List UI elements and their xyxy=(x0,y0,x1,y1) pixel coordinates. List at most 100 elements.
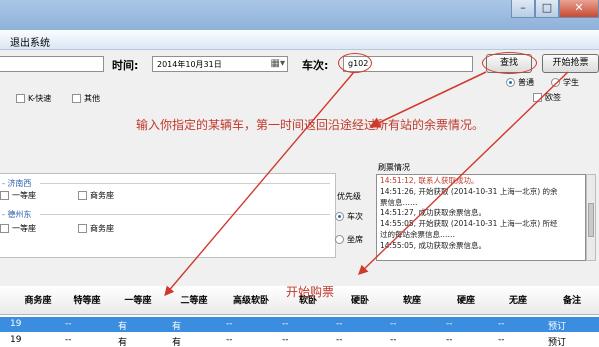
log-box[interactable]: 14:51:12, 联系人获取成功。 14:51:26, 开始获取 (2014-… xyxy=(376,174,586,261)
menu-exit[interactable]: 退出系统 xyxy=(10,34,50,49)
normal-ticket-label: 普通 xyxy=(518,78,534,87)
first-class-option-1[interactable]: 一等座 xyxy=(0,190,36,201)
log-scrollbar[interactable] xyxy=(586,174,596,261)
other-option[interactable]: 其他 xyxy=(72,93,100,104)
highlight-circle-train xyxy=(338,53,372,73)
cell: -- xyxy=(282,319,289,329)
normal-ticket-option[interactable]: 普通 xyxy=(506,77,534,88)
header-hard-seat[interactable]: 硬座 xyxy=(446,293,486,306)
first-class-checkbox-2[interactable] xyxy=(0,224,9,233)
priority-train-label: 车次 xyxy=(347,212,363,221)
log-scrollbar-thumb[interactable] xyxy=(588,203,594,237)
cell: -- xyxy=(498,335,505,345)
maximize-icon[interactable]: □ xyxy=(535,0,559,18)
table-row[interactable]: 19 -- 有 有 -- -- -- -- -- -- 预订 xyxy=(0,333,599,347)
cell: -- xyxy=(282,335,289,345)
station-name-2: 德州东 xyxy=(7,210,32,219)
date-picker[interactable]: 2014年10月31日 ▦▾ xyxy=(152,56,288,72)
calendar-icon[interactable]: ▦▾ xyxy=(271,58,285,69)
cell: -- xyxy=(446,335,453,345)
k-express-checkbox[interactable] xyxy=(16,94,25,103)
cell: -- xyxy=(336,319,343,329)
priority-label: 优先级 xyxy=(337,192,361,201)
station-label-1: - 济南西 xyxy=(2,179,32,188)
time-label: 时间: xyxy=(112,59,139,72)
table-row[interactable]: 19 -- 有 有 -- -- -- -- -- -- 预订 xyxy=(0,317,599,332)
pickup-checkbox[interactable] xyxy=(533,93,542,102)
header-deluxe-sleeper[interactable]: 高级软卧 xyxy=(222,293,280,306)
header-remark[interactable]: 备注 xyxy=(552,293,592,306)
log-line: 14:51:27, 成功获取余票信息。 xyxy=(380,208,486,218)
cell: -- xyxy=(446,319,453,329)
header-no-seat[interactable]: 无座 xyxy=(498,293,538,306)
divider xyxy=(40,214,330,215)
options-row: K-快速 其他 普通 学生 欧签 xyxy=(0,77,599,110)
k-express-option[interactable]: K-快速 xyxy=(16,93,51,104)
cell: 19 xyxy=(10,319,22,329)
business-label-1: 商务座 xyxy=(90,191,114,200)
header-soft-seat[interactable]: 软座 xyxy=(392,293,432,306)
annotation-start-label: 开始购票 xyxy=(286,285,335,299)
normal-ticket-radio[interactable] xyxy=(506,78,515,87)
cell: 预订 xyxy=(548,338,567,347)
menu-bar: 退出系统 xyxy=(0,30,599,50)
business-option-2[interactable]: 商务座 xyxy=(78,223,114,234)
k-express-label: K-快速 xyxy=(28,94,52,103)
seat-panel: - 济南西 一等座 商务座 - 德州东 一等座 商务座 xyxy=(0,173,336,258)
log-line: 过的每站余票信息…… xyxy=(380,229,455,239)
first-class-label-1: 一等座 xyxy=(12,191,36,200)
divider xyxy=(40,183,330,184)
other-checkbox[interactable] xyxy=(72,94,81,103)
business-option-1[interactable]: 商务座 xyxy=(78,190,114,201)
cell: -- xyxy=(65,335,72,345)
header-premium[interactable]: 特等座 xyxy=(65,293,109,306)
close-icon[interactable]: ✕ xyxy=(559,0,599,18)
log-line: 票信息…… xyxy=(380,197,418,207)
log-line: 14:51:12, 联系人获取成功。 xyxy=(380,176,479,185)
header-hard-sleeper[interactable]: 硬卧 xyxy=(340,293,380,306)
pickup-label: 欧签 xyxy=(545,93,561,102)
header-second-class[interactable]: 二等座 xyxy=(172,293,216,306)
station-input[interactable] xyxy=(0,56,104,72)
cell: -- xyxy=(65,319,72,329)
pickup-option[interactable]: 欧签 xyxy=(533,92,561,103)
station-name-1: 济南西 xyxy=(7,179,32,188)
cell: -- xyxy=(390,319,397,329)
cell: -- xyxy=(336,335,343,345)
business-checkbox-1[interactable] xyxy=(78,191,87,200)
minimize-icon[interactable]: – xyxy=(511,0,535,18)
train-label: 车次: xyxy=(302,59,329,72)
window-controls: – □ ✕ xyxy=(511,0,599,18)
priority-seat-option[interactable]: 坐席 xyxy=(335,234,363,245)
header-business[interactable]: 商务座 xyxy=(16,293,60,306)
priority-train-radio[interactable] xyxy=(335,212,344,221)
first-class-checkbox-1[interactable] xyxy=(0,191,9,200)
student-ticket-option[interactable]: 学生 xyxy=(551,77,579,88)
cell: -- xyxy=(226,319,233,329)
cell: 有 xyxy=(118,338,128,347)
student-ticket-label: 学生 xyxy=(563,78,579,87)
cell: 预订 xyxy=(548,322,567,332)
first-class-option-2[interactable]: 一等座 xyxy=(0,223,36,234)
window-titlebar: – □ ✕ xyxy=(0,0,599,30)
priority-train-option[interactable]: 车次 xyxy=(335,211,363,222)
station-label-2: - 德州东 xyxy=(2,210,32,219)
cell: 19 xyxy=(10,335,22,345)
date-value: 2014年10月31日 xyxy=(157,60,222,69)
log-line: 14:55:05, 成功获取余票信息。 xyxy=(380,240,486,250)
business-checkbox-2[interactable] xyxy=(78,224,87,233)
cell: -- xyxy=(226,335,233,345)
business-label-2: 商务座 xyxy=(90,224,114,233)
other-label: 其他 xyxy=(84,94,100,103)
cell: -- xyxy=(390,335,397,345)
log-line: 14:55:05, 开始获取 (2014-10-31 上海一北京) 所经 xyxy=(380,219,558,229)
student-ticket-radio[interactable] xyxy=(551,78,560,87)
start-grab-button[interactable]: 开始抢票 xyxy=(542,54,599,73)
cell: -- xyxy=(498,319,505,329)
priority-seat-label: 坐席 xyxy=(347,235,363,244)
header-first-class[interactable]: 一等座 xyxy=(116,293,160,306)
highlight-circle-search xyxy=(482,52,537,74)
cell: 有 xyxy=(172,338,182,347)
annotation-note: 输入你指定的某辆车，第一时间返回沿途经过所有站的余票情况。 xyxy=(136,118,485,132)
priority-seat-radio[interactable] xyxy=(335,235,344,244)
